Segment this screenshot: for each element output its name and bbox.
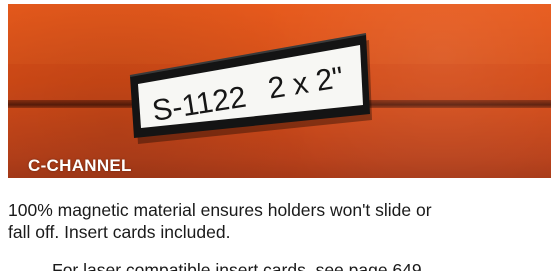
description-line-2: fall off. Insert cards included.	[8, 221, 551, 243]
product-description: 100% magnetic material ensures holders w…	[8, 199, 551, 243]
insert-cards-text: Insert cards	[64, 222, 156, 242]
description-line-2-suffix: included.	[155, 222, 231, 242]
product-photo: S-1122 2 x 2" C-CHANNEL	[8, 4, 551, 178]
c-channel-holder: S-1122 2 x 2"	[129, 33, 372, 144]
laser-insert-note: For laser compatible insert cards, see p…	[52, 260, 427, 271]
description-line-2-prefix: fall off.	[8, 222, 65, 242]
photo-caption: C-CHANNEL	[28, 156, 132, 175]
product-panel: S-1122 2 x 2" C-CHANNEL 100% magnetic ma…	[0, 0, 558, 271]
description-line-1: 100% magnetic material ensures holders w…	[8, 200, 432, 220]
